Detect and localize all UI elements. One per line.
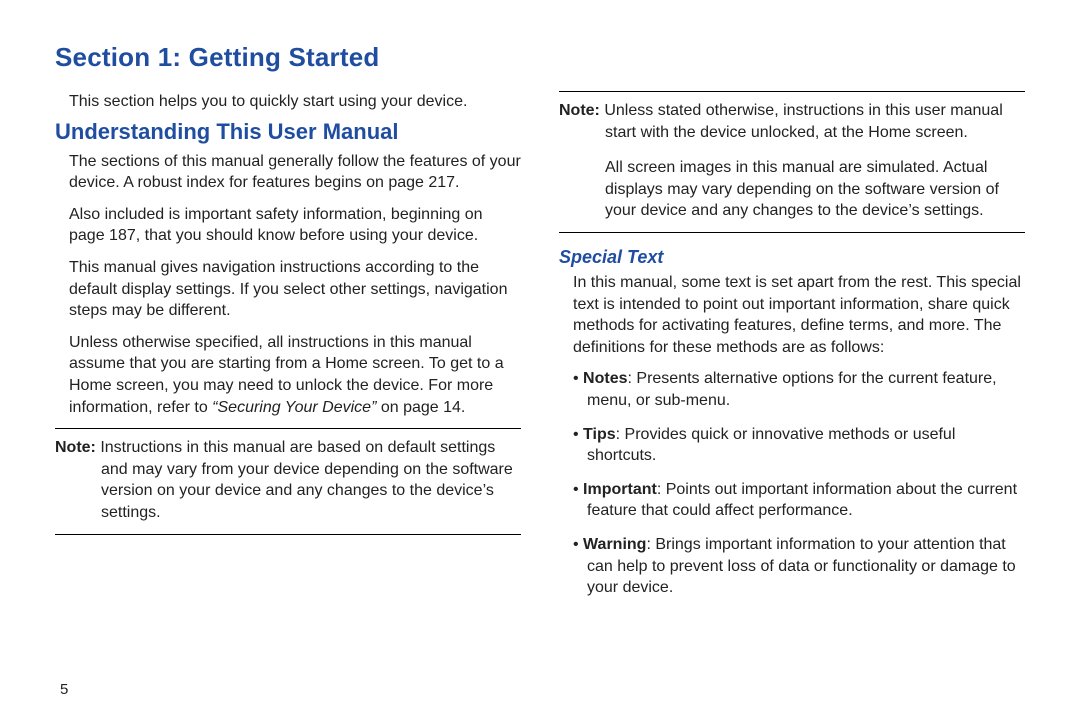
definition-term: Warning [583, 536, 646, 553]
definition-item-warning: Warning: Brings important information to… [573, 534, 1025, 599]
intro-text: This section helps you to quickly start … [55, 91, 521, 113]
section-title: Section 1: Getting Started [55, 42, 1025, 73]
definition-text: : Brings important information to your a… [587, 536, 1016, 596]
manual-page: Section 1: Getting Started This section … [0, 0, 1080, 720]
paragraph-safety: Also included is important safety inform… [55, 204, 521, 247]
cross-reference: “Securing Your Device” [212, 399, 376, 416]
note-block-unlocked: Note: Unless stated otherwise, instructi… [559, 91, 1025, 233]
right-column: Note: Unless stated otherwise, instructi… [559, 91, 1025, 611]
note-block-defaults: Note: Instructions in this manual are ba… [55, 428, 521, 534]
definition-item-notes: Notes: Presents alternative options for … [573, 368, 1025, 411]
definition-term: Important [583, 481, 657, 498]
definition-text: : Presents alternative options for the c… [587, 370, 997, 409]
definition-item-important: Important: Points out important informat… [573, 479, 1025, 522]
special-text-heading: Special Text [559, 247, 1025, 268]
definition-item-tips: Tips: Provides quick or innovative metho… [573, 424, 1025, 467]
special-text-intro: In this manual, some text is set apart f… [559, 272, 1025, 358]
note-text: Note: Unless stated otherwise, instructi… [559, 100, 1025, 143]
left-column: This section helps you to quickly start … [55, 91, 521, 611]
definition-term: Tips [583, 426, 616, 443]
paragraph-navigation: This manual gives navigation instruction… [55, 257, 521, 322]
note-label: Note: [55, 439, 96, 456]
subsection-title: Understanding This User Manual [55, 119, 521, 145]
note-second-paragraph: All screen images in this manual are sim… [559, 157, 1025, 222]
note-text: Note: Instructions in this manual are ba… [55, 437, 521, 523]
paragraph-index: The sections of this manual generally fo… [55, 151, 521, 194]
page-number: 5 [60, 681, 68, 698]
note-body: Unless stated otherwise, instructions in… [600, 102, 1003, 141]
definition-list: Notes: Presents alternative options for … [559, 368, 1025, 598]
paragraph-homescreen-post: on page 14. [376, 399, 465, 416]
two-column-layout: This section helps you to quickly start … [55, 91, 1025, 611]
paragraph-homescreen: Unless otherwise specified, all instruct… [55, 332, 521, 418]
note-body: Instructions in this manual are based on… [96, 439, 513, 521]
note-label: Note: [559, 102, 600, 119]
definition-term: Notes [583, 370, 627, 387]
definition-text: : Provides quick or innovative methods o… [587, 426, 955, 465]
